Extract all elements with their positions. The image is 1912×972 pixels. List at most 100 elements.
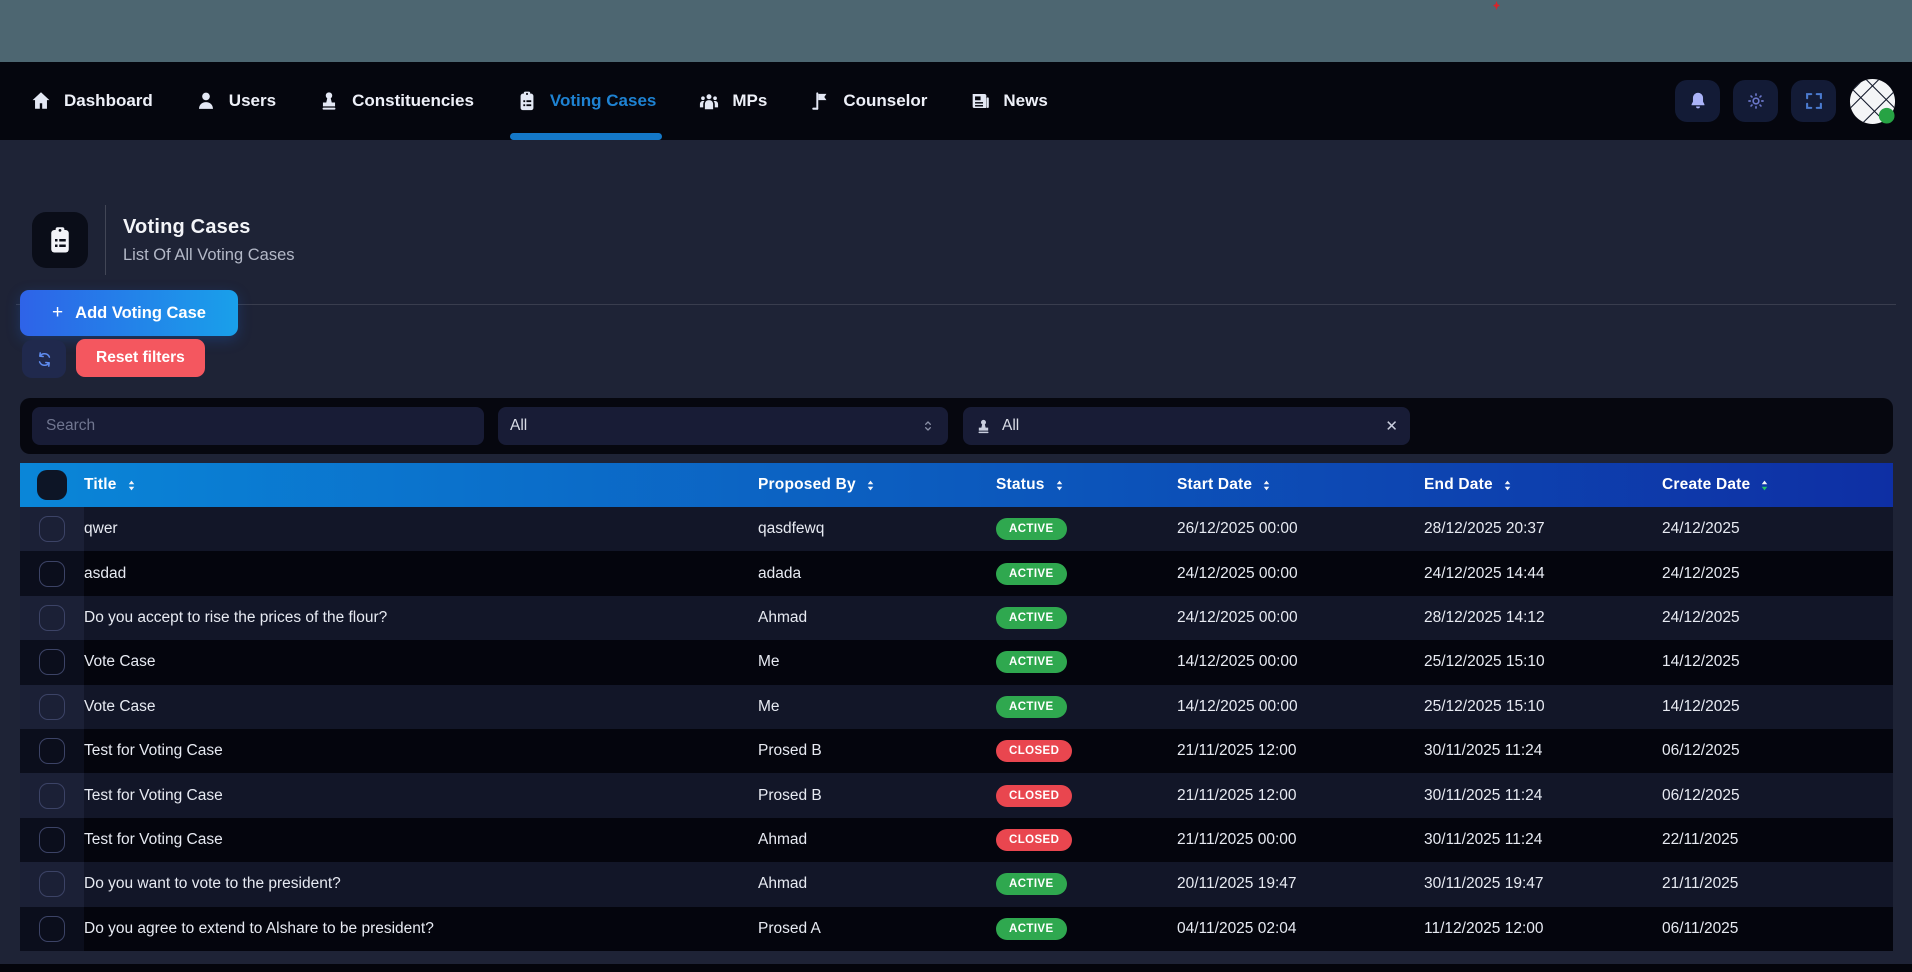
notifications-button[interactable] (1675, 80, 1720, 122)
column-header-start-date[interactable]: Start Date (1177, 476, 1424, 494)
cell-proposed-by: Prosed B (758, 742, 996, 760)
column-header-status[interactable]: Status (996, 476, 1177, 494)
avatar[interactable] (1849, 78, 1896, 125)
cell-title: qwer (84, 520, 758, 538)
sort-icon (124, 478, 139, 493)
cell-create-date: 14/12/2025 (1662, 653, 1893, 671)
reset-filters-button[interactable]: Reset filters (76, 339, 205, 377)
nav-item-users[interactable]: Users (195, 62, 276, 140)
page-title: Voting Cases (123, 216, 295, 239)
cell-end-date: 28/12/2025 20:37 (1424, 520, 1662, 538)
footer-bar (0, 964, 1912, 972)
row-checkbox[interactable] (39, 783, 65, 809)
nav-item-mps[interactable]: MPs (698, 62, 767, 140)
table-row[interactable]: Do you agree to extend to Alshare to be … (20, 907, 1893, 951)
constituency-filter-select[interactable]: All ✕ (963, 407, 1410, 445)
table-row[interactable]: Test for Voting Case Prosed B CLOSED 21/… (20, 729, 1893, 773)
status-filter-select[interactable]: All (498, 407, 948, 445)
refresh-filters-button[interactable] (22, 340, 66, 378)
cell-status: ACTIVE (996, 696, 1177, 718)
constituency-filter-value: All (1002, 417, 1375, 435)
page-subtitle: List Of All Voting Cases (123, 246, 295, 265)
nav-label: MPs (732, 91, 767, 111)
row-checkbox[interactable] (39, 605, 65, 631)
nav-item-counselor[interactable]: Counselor (809, 62, 927, 140)
page-clipboard-icon (32, 212, 88, 268)
stamp-icon (318, 90, 340, 112)
table-row[interactable]: Test for Voting Case Prosed B CLOSED 21/… (20, 773, 1893, 817)
table-row[interactable]: Do you want to vote to the president? Ah… (20, 862, 1893, 906)
cell-end-date: 25/12/2025 15:10 (1424, 653, 1662, 671)
cell-create-date: 24/12/2025 (1662, 565, 1893, 583)
cell-title: Vote Case (84, 698, 758, 716)
row-checkbox[interactable] (39, 649, 65, 675)
cell-create-date: 06/12/2025 (1662, 787, 1893, 805)
row-checkbox-cell (20, 729, 84, 773)
nav-item-constituencies[interactable]: Constituencies (318, 62, 474, 140)
column-header-title[interactable]: Title (84, 476, 758, 494)
add-button-label: Add Voting Case (75, 304, 206, 323)
clear-filter-icon[interactable]: ✕ (1385, 417, 1398, 435)
cell-start-date: 21/11/2025 12:00 (1177, 742, 1424, 760)
status-badge: ACTIVE (996, 696, 1067, 718)
add-voting-case-button[interactable]: + Add Voting Case (20, 290, 238, 336)
column-header-end-date[interactable]: End Date (1424, 476, 1662, 494)
cell-title: asdad (84, 565, 758, 583)
top-strip (0, 0, 1912, 62)
cell-title: Vote Case (84, 653, 758, 671)
table-header: Title Proposed By Status Start Date End … (20, 463, 1893, 507)
nav-item-dashboard[interactable]: Dashboard (30, 62, 153, 140)
row-checkbox-cell (20, 685, 84, 729)
cell-status: ACTIVE (996, 651, 1177, 673)
table-row[interactable]: qwer qasdfewq ACTIVE 26/12/2025 00:00 28… (20, 507, 1893, 551)
row-checkbox[interactable] (39, 871, 65, 897)
nav-label: Voting Cases (550, 91, 656, 111)
table-row[interactable]: asdad adada ACTIVE 24/12/2025 00:00 24/1… (20, 551, 1893, 595)
select-all-checkbox[interactable] (37, 470, 67, 500)
row-checkbox[interactable] (39, 561, 65, 587)
row-checkbox[interactable] (39, 516, 65, 542)
status-badge: ACTIVE (996, 607, 1067, 629)
table-row[interactable]: Do you accept to rise the prices of the … (20, 596, 1893, 640)
row-checkbox-cell (20, 862, 84, 906)
sort-icon (1500, 478, 1515, 493)
reset-button-label: Reset filters (96, 349, 185, 367)
row-checkbox-cell (20, 507, 84, 551)
row-checkbox[interactable] (39, 694, 65, 720)
nav-item-voting-cases[interactable]: Voting Cases (516, 62, 656, 140)
cell-end-date: 30/11/2025 11:24 (1424, 831, 1662, 849)
sort-icon (1259, 478, 1274, 493)
cell-title: Do you accept to rise the prices of the … (84, 609, 758, 627)
column-label: Create Date (1662, 476, 1750, 494)
table-row[interactable]: Vote Case Me ACTIVE 14/12/2025 00:00 25/… (20, 685, 1893, 729)
sort-icon-active-desc (1757, 478, 1772, 493)
row-checkbox[interactable] (39, 738, 65, 764)
nav-actions (1675, 78, 1896, 125)
table-row[interactable]: Vote Case Me ACTIVE 14/12/2025 00:00 25/… (20, 640, 1893, 684)
home-icon (30, 90, 52, 112)
sort-icon (863, 478, 878, 493)
fullscreen-button[interactable] (1791, 80, 1836, 122)
column-header-create-date[interactable]: Create Date (1662, 476, 1893, 494)
row-checkbox-cell (20, 907, 84, 951)
nav-label: Dashboard (64, 91, 153, 111)
nav-item-news[interactable]: News (969, 62, 1047, 140)
voting-cases-table: Title Proposed By Status Start Date End … (20, 463, 1893, 951)
cell-status: ACTIVE (996, 873, 1177, 895)
cell-proposed-by: Ahmad (758, 831, 996, 849)
row-checkbox-cell (20, 773, 84, 817)
row-checkbox[interactable] (39, 827, 65, 853)
nav-label: Constituencies (352, 91, 474, 111)
column-header-proposed-by[interactable]: Proposed By (758, 476, 996, 494)
table-row[interactable]: Test for Voting Case Ahmad CLOSED 21/11/… (20, 818, 1893, 862)
cell-create-date: 21/11/2025 (1662, 875, 1893, 893)
row-checkbox[interactable] (39, 916, 65, 942)
status-badge: ACTIVE (996, 563, 1067, 585)
theme-toggle-button[interactable] (1733, 80, 1778, 122)
sun-icon (1745, 90, 1767, 112)
filter-bar: All All ✕ (20, 398, 1893, 454)
search-input[interactable] (32, 407, 484, 445)
cell-end-date: 30/11/2025 11:24 (1424, 742, 1662, 760)
status-filter-value: All (510, 417, 910, 435)
status-badge: CLOSED (996, 829, 1072, 851)
